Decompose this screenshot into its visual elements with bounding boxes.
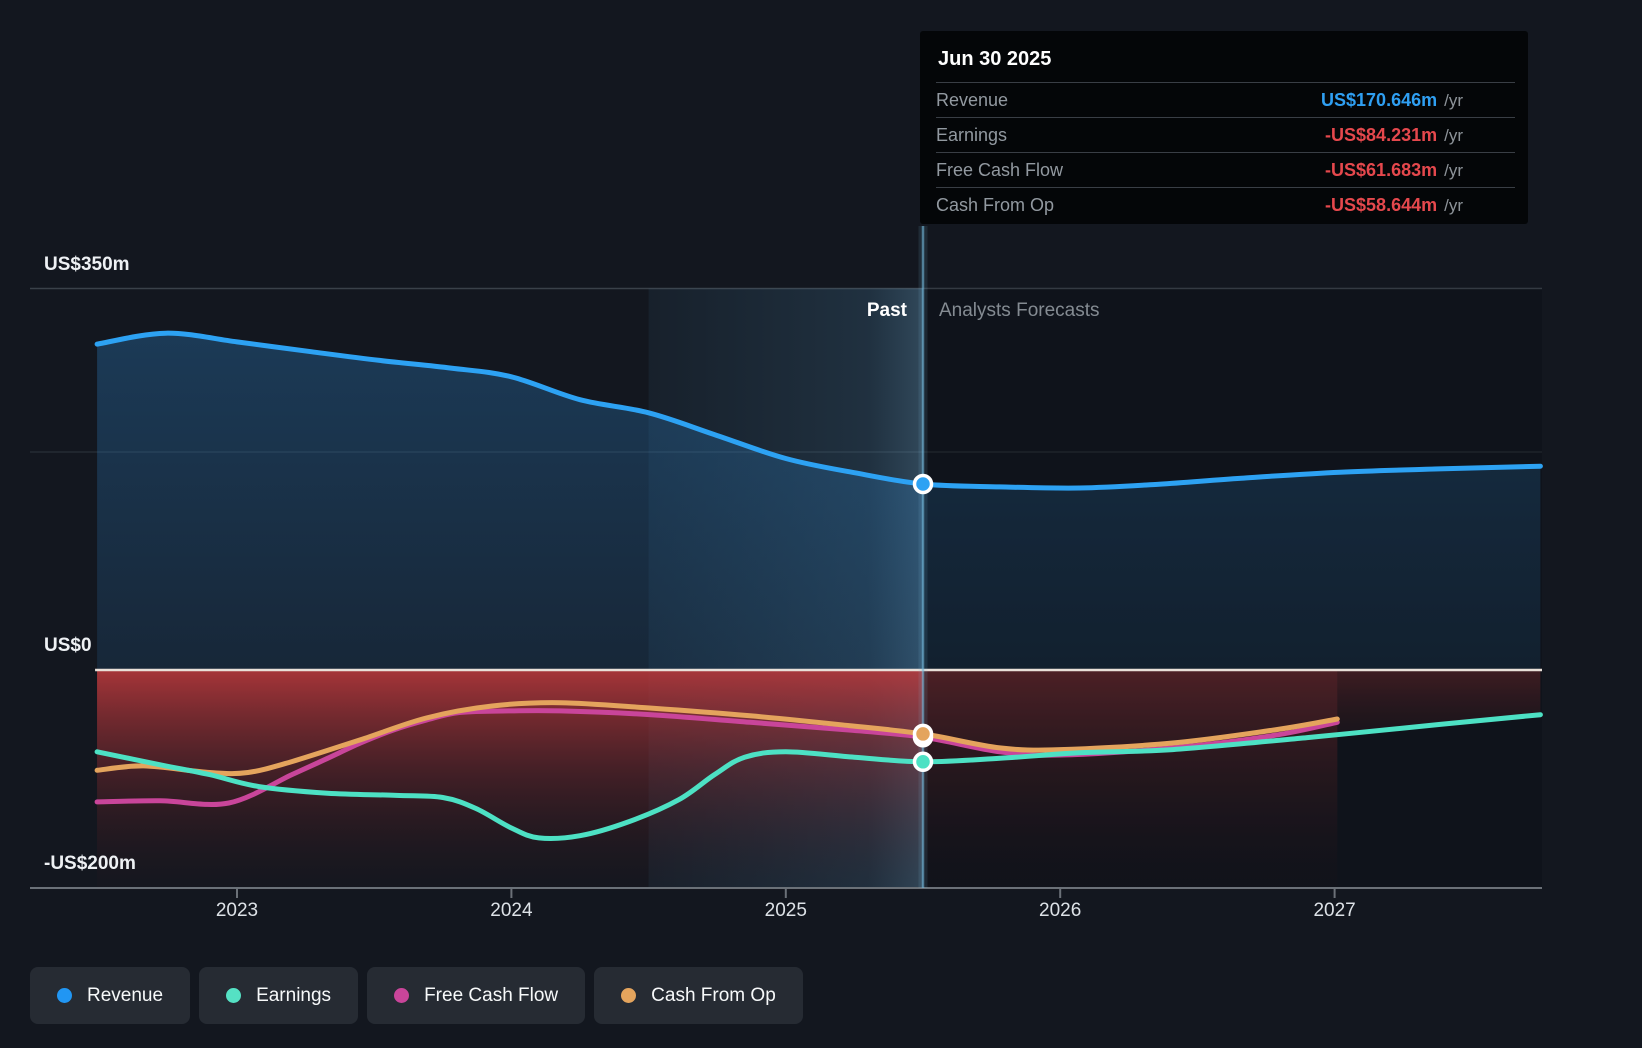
tooltip-row-free-cash-flow: Free Cash Flow -US$61.683m/yr: [936, 152, 1515, 187]
tooltip-row-suffix: /yr: [1444, 125, 1463, 145]
tooltip-row-value: -US$61.683m: [1325, 159, 1438, 180]
tooltip-row-label: Earnings: [936, 124, 1008, 145]
earnings-revenue-growth-chart: US$350m US$0 -US$200m 2023 2024 2025 202…: [0, 0, 1642, 1048]
earnings-marker: [912, 751, 934, 773]
tooltip-row-suffix: /yr: [1444, 160, 1463, 180]
legend-label: Free Cash Flow: [424, 984, 559, 1006]
legend-item-revenue[interactable]: Revenue: [30, 967, 191, 1024]
forecast-region-overlay: [923, 288, 1542, 888]
x-axis-label-2025: 2025: [764, 900, 807, 921]
chart-legend: Revenue Earnings Free Cash Flow Cash Fro…: [30, 967, 803, 1024]
y-axis-label-0: US$0: [44, 635, 92, 656]
legend-label: Revenue: [87, 984, 164, 1006]
legend-item-cash-from-op[interactable]: Cash From Op: [594, 967, 803, 1024]
legend-label: Earnings: [256, 984, 332, 1006]
x-axis-label-2026: 2026: [1039, 900, 1082, 921]
tooltip-row-value: -US$58.644m: [1325, 194, 1438, 215]
tooltip-row-revenue: Revenue US$170.646m/yr: [936, 82, 1515, 117]
tooltip-row-value: -US$84.231m: [1325, 124, 1438, 145]
past-region-label: Past: [866, 300, 907, 321]
x-axis-label-2024: 2024: [490, 900, 533, 921]
y-axis-label-350m: US$350m: [44, 253, 130, 275]
analysts-forecasts-region-label: Analysts Forecasts: [939, 300, 1100, 321]
tooltip-row-cash-from-op: Cash From Op -US$58.644m/yr: [936, 187, 1515, 222]
free-cash-flow-series-dot-icon: [394, 988, 410, 1003]
y-axis-label-neg200m: -US$200m: [44, 853, 136, 874]
cash-from-op-series-dot-icon: [621, 988, 637, 1003]
legend-item-free-cash-flow[interactable]: Free Cash Flow: [367, 967, 586, 1024]
legend-label: Cash From Op: [651, 984, 776, 1006]
legend-item-earnings[interactable]: Earnings: [199, 967, 359, 1024]
tooltip-row-label: Revenue: [936, 89, 1009, 110]
x-axis-label-2027: 2027: [1313, 900, 1356, 921]
earnings-series-dot-icon: [226, 988, 242, 1003]
revenue-series-dot-icon: [57, 988, 72, 1003]
tooltip-row-label: Free Cash Flow: [936, 159, 1064, 180]
tooltip-date: Jun 30 2025: [938, 48, 1052, 70]
tooltip-row-suffix: /yr: [1444, 195, 1463, 215]
revenue-marker: [912, 473, 934, 495]
tooltip-row-suffix: /yr: [1444, 90, 1463, 110]
cash-from-op-marker: [912, 723, 934, 745]
tooltip-row-label: Cash From Op: [936, 194, 1055, 215]
tooltip-row-earnings: Earnings -US$84.231m/yr: [936, 117, 1515, 152]
tooltip-row-value: US$170.646m: [1321, 89, 1438, 110]
x-axis-label-2023: 2023: [215, 900, 259, 921]
data-tooltip: Jun 30 2025 Revenue US$170.646m/yr Earni…: [920, 31, 1528, 224]
